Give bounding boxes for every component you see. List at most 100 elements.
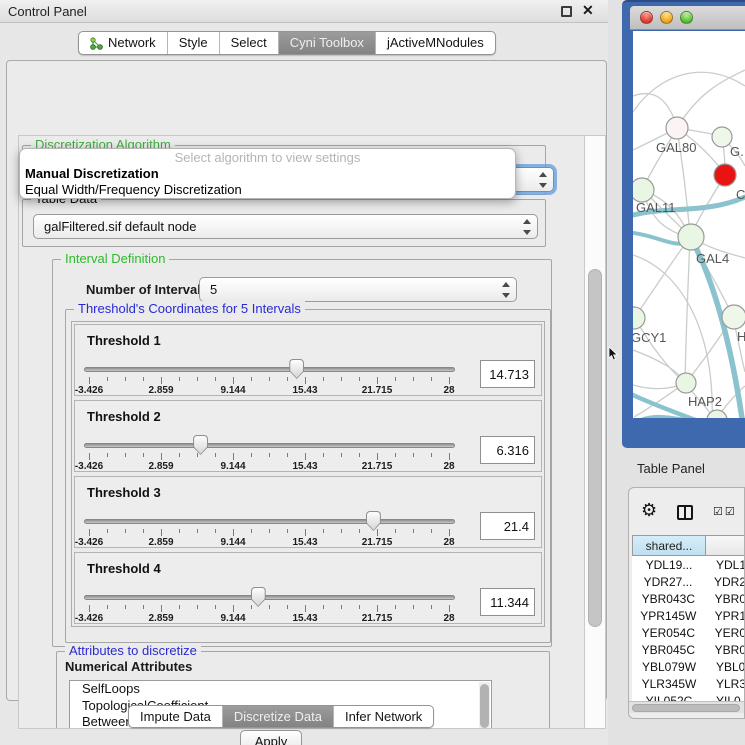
select-columns-icon[interactable]: ☑☑ [713, 505, 737, 518]
threshold-value-field[interactable]: 14.713 [480, 360, 535, 388]
table-row[interactable]: YER054CYER0 [632, 624, 745, 641]
network-node[interactable] [714, 164, 736, 186]
threshold-value-field[interactable]: 6.316 [480, 436, 535, 464]
gear-icon[interactable]: ⚙ [641, 500, 657, 521]
combo-stepper-icon [538, 172, 547, 188]
slider-tick [107, 605, 108, 609]
threshold-value-field[interactable]: 11.344 [480, 588, 535, 616]
slider-tick-label: 28 [427, 613, 471, 624]
slider-tick [143, 605, 144, 609]
slider-track[interactable] [84, 367, 455, 372]
slider-thumb[interactable] [366, 511, 381, 531]
table-row[interactable]: YBL079WYBL0 [632, 658, 745, 675]
network-edge[interactable] [635, 237, 690, 317]
slider-thumb[interactable] [251, 587, 266, 607]
threshold-label: Threshold 4 [87, 561, 161, 576]
apply-button[interactable]: Apply [240, 730, 302, 745]
network-edge[interactable] [677, 70, 745, 128]
tab-jactivemnodules[interactable]: jActiveMNodules [376, 32, 495, 54]
table-row[interactable]: YDL19...YDL1 [632, 556, 745, 573]
slider-track[interactable] [84, 443, 455, 448]
table-row[interactable]: YLR345WYLR3 [632, 675, 745, 692]
algorithm-option-equal-width[interactable]: Equal Width/Frequency Discretization [20, 182, 515, 198]
slider-tick [449, 453, 450, 460]
tab-style[interactable]: Style [168, 32, 220, 54]
network-edge[interactable] [685, 237, 690, 381]
minimize-traffic-light-icon[interactable] [660, 11, 673, 24]
table-data-combobox[interactable]: galFiltered.sif default node [33, 214, 538, 239]
column-header-name[interactable]: n [705, 535, 745, 556]
tab-impute-data[interactable]: Impute Data [129, 706, 223, 727]
network-node[interactable] [712, 127, 732, 147]
slider-track[interactable] [84, 519, 455, 524]
network-node[interactable] [707, 410, 727, 418]
close-traffic-light-icon[interactable] [640, 11, 653, 24]
slider-tick-label: 21.715 [355, 385, 399, 396]
tab-infer-network[interactable]: Infer Network [334, 706, 433, 727]
slider-thumb[interactable] [289, 359, 304, 379]
threshold-slider[interactable]: -3.4262.8599.14415.4321.71528 [81, 589, 461, 623]
network-node[interactable] [678, 224, 704, 250]
tab-discretize-data[interactable]: Discretize Data [223, 706, 334, 727]
slider-tick-label: 9.144 [211, 537, 255, 548]
network-node[interactable] [722, 305, 745, 329]
slider-tick [413, 377, 414, 381]
attributes-scrollbar-thumb[interactable] [480, 684, 489, 728]
slider-tick [143, 529, 144, 533]
settings-scrollbar-thumb[interactable] [588, 269, 602, 627]
table-row[interactable]: YBR045CYBR0 [632, 641, 745, 658]
network-canvas[interactable]: GAL80G.CGAL11GAL4GCY1HHAP2 [633, 31, 745, 418]
zoom-traffic-light-icon[interactable] [680, 11, 693, 24]
slider-tick-label: 28 [427, 385, 471, 396]
threshold-slider[interactable]: -3.4262.8599.14415.4321.71528 [81, 513, 461, 547]
tab-network[interactable]: Network [79, 32, 168, 54]
slider-tick-label: 28 [427, 461, 471, 472]
threshold-value-field[interactable]: 21.4 [480, 512, 535, 540]
network-edge[interactable] [633, 384, 683, 389]
table-horizontal-scrollbar[interactable] [629, 701, 745, 713]
network-node[interactable] [633, 178, 654, 202]
slider-tick [359, 529, 360, 533]
slider-tick [179, 377, 180, 381]
number-of-intervals-combobox[interactable]: 5 [199, 277, 517, 302]
attribute-list-item[interactable]: SelfLoops [70, 681, 491, 698]
threshold-label: Threshold 2 [87, 409, 161, 424]
table-row[interactable]: YBR043CYBR0 [632, 590, 745, 607]
slider-tick [287, 453, 288, 457]
float-window-icon[interactable] [561, 6, 572, 17]
close-icon[interactable]: ✕ [582, 2, 594, 19]
settings-vertical-scrollbar[interactable] [584, 135, 606, 729]
network-node[interactable] [633, 307, 645, 329]
slider-tick-label: -3.426 [67, 537, 111, 548]
cell-name: YER0 [705, 626, 745, 640]
slider-track[interactable] [84, 595, 455, 600]
slider-tick [251, 377, 252, 381]
slider-tick-label: 21.715 [355, 613, 399, 624]
network-node[interactable] [666, 117, 688, 139]
network-node[interactable] [676, 373, 696, 393]
table-hscrollbar-thumb[interactable] [632, 704, 740, 712]
table-row[interactable]: YDR27...YDR2 [632, 573, 745, 590]
attributes-list-scrollbar[interactable] [479, 682, 490, 729]
cell-shared-name: YDR27... [632, 575, 704, 589]
slider-tick [341, 453, 342, 457]
threshold-slider[interactable]: -3.4262.8599.14415.4321.71528 [81, 437, 461, 471]
slider-tick [323, 529, 324, 533]
algorithm-option-manual[interactable]: Manual Discretization [20, 166, 515, 182]
tab-select[interactable]: Select [220, 32, 279, 54]
table-data-group: Table Data galFiltered.sif default node [22, 199, 546, 247]
table-row[interactable]: YPR145WYPR1 [632, 607, 745, 624]
split-columns-icon[interactable] [677, 505, 693, 520]
network-node-label: GAL11 [636, 200, 676, 215]
cell-shared-name: YBR045C [632, 643, 705, 657]
network-window-titlebar[interactable] [630, 6, 745, 30]
tab-cyni-toolbox[interactable]: Cyni Toolbox [279, 32, 376, 54]
threshold-slider[interactable]: -3.4262.8599.14415.4321.71528 [81, 361, 461, 395]
slider-tick-label: -3.426 [67, 461, 111, 472]
slider-tick-label: 15.43 [283, 537, 327, 548]
algorithm-popup-prompt: Select algorithm to view settings [20, 149, 515, 166]
slider-tick [251, 453, 252, 457]
slider-thumb[interactable] [193, 435, 208, 455]
network-tab-icon [90, 37, 103, 50]
column-header-shared-name[interactable]: shared... [632, 535, 706, 556]
